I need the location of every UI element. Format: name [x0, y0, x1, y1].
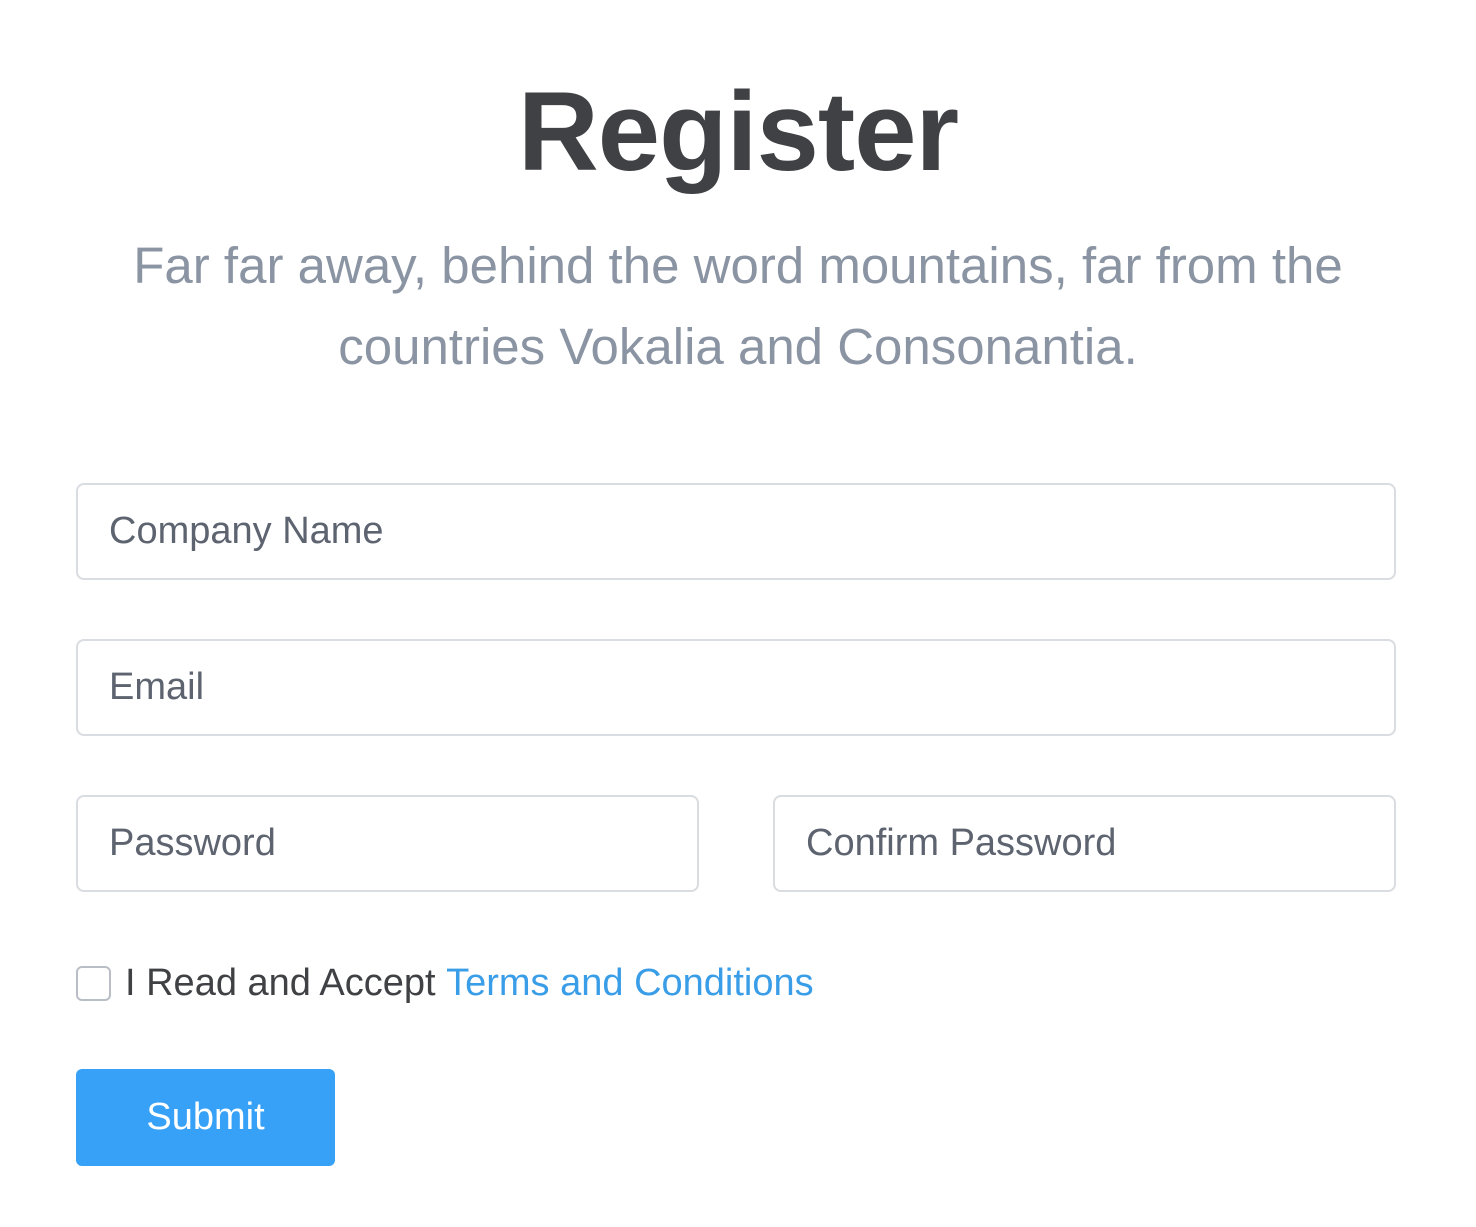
- page-title: Register: [517, 69, 959, 194]
- page-subtitle: Far far away, behind the word mountains,…: [133, 237, 1343, 375]
- password-input[interactable]: [76, 795, 699, 892]
- terms-checkbox[interactable]: [76, 965, 111, 1001]
- terms-row: I Read and Accept Terms and Conditions: [76, 955, 814, 1011]
- register-page: Register Far far away, behind the word m…: [0, 0, 1476, 1227]
- confirm-password-input[interactable]: [773, 795, 1396, 892]
- email-input[interactable]: [76, 639, 1396, 736]
- submit-button[interactable]: Submit: [76, 1069, 335, 1166]
- terms-link[interactable]: Terms and Conditions: [446, 962, 814, 1005]
- terms-label: I Read and Accept: [125, 961, 447, 1004]
- company-name-input[interactable]: [76, 483, 1396, 580]
